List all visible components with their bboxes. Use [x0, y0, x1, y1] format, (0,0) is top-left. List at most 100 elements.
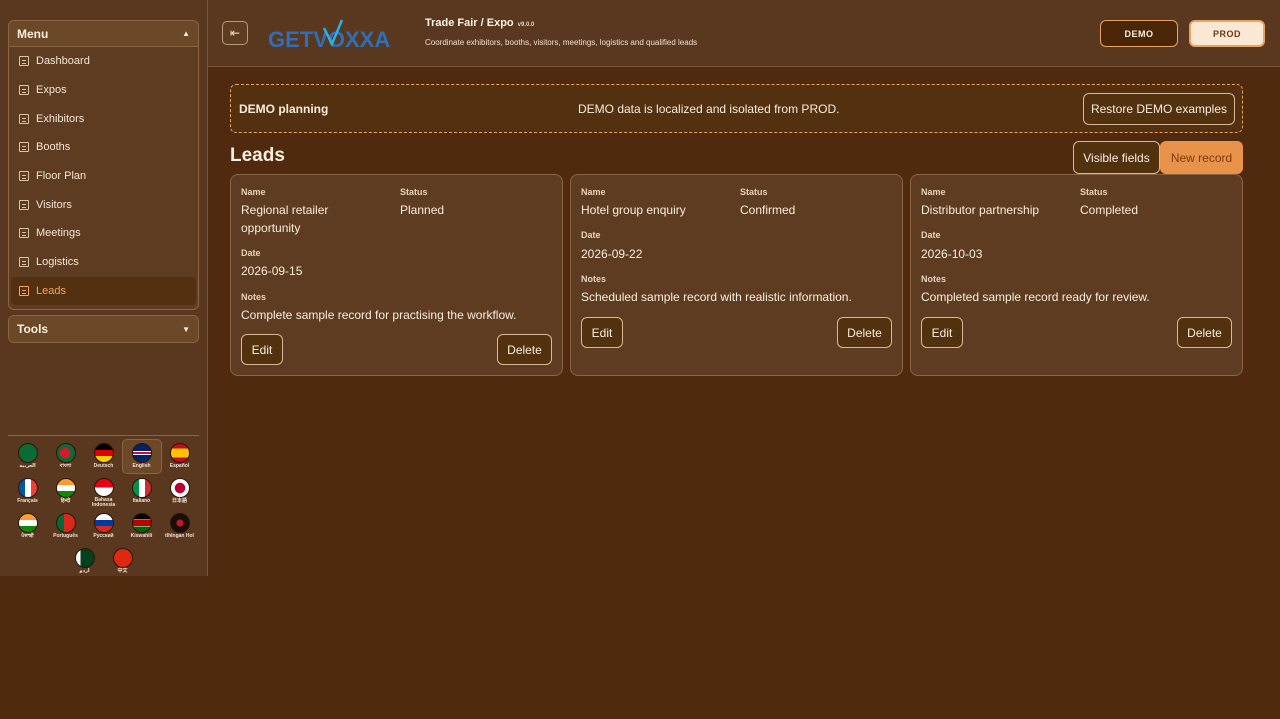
name-label: Name [921, 187, 946, 197]
language-russian[interactable]: Русский [85, 510, 123, 543]
sidebar-item-label: Logistics [36, 256, 79, 269]
env-demo-button[interactable]: DEMO [1100, 20, 1178, 47]
sidebar: Menu ▲ Dashboard Expos Exhibitors Booths… [0, 0, 208, 576]
sidebar-item-booths[interactable]: Booths [9, 133, 198, 162]
delete-button[interactable]: Delete [837, 317, 892, 348]
env-prod-button[interactable]: PROD [1189, 20, 1265, 47]
language-portuguese[interactable]: Português [47, 510, 85, 543]
page-title: Leads [230, 145, 285, 166]
language-chinese[interactable]: 中文 [104, 545, 142, 578]
collapse-sidebar-button[interactable]: ⇤ [222, 21, 248, 45]
chevron-up-icon: ▲ [182, 29, 190, 38]
new-record-button[interactable]: New record [1160, 141, 1243, 174]
sidebar-item-label: Booths [36, 141, 71, 154]
language-urdu[interactable]: اردو [66, 545, 104, 578]
menu-title: Menu [17, 26, 49, 41]
lead-notes: Completed sample record ready for review… [921, 290, 1150, 304]
portugal-flag-icon [55, 513, 76, 533]
sidebar-item-label: Expos [36, 84, 67, 97]
status-label: Status [1080, 187, 1108, 197]
chevron-down-icon: ▼ [182, 324, 190, 334]
lead-status: Completed [1080, 203, 1139, 217]
india-flag-icon [55, 478, 76, 498]
spain-flag-icon [169, 443, 190, 463]
language-klingon[interactable]: tlhIngan Hol [161, 510, 199, 543]
lead-name: Hotel group enquiry [581, 203, 686, 217]
lead-notes: Complete sample record for practising th… [241, 308, 517, 322]
app-title-text: Trade Fair / Expo [425, 17, 514, 29]
lead-status: Planned [400, 203, 445, 217]
language-spanish[interactable]: Español [161, 440, 199, 473]
language-indonesian[interactable]: Bahasa Indonesia [85, 475, 123, 508]
collapse-icon: ⇤ [229, 26, 241, 40]
name-label: Name [241, 187, 266, 197]
date-label: Date [241, 248, 261, 258]
sidebar-item-label: Exhibitors [36, 112, 85, 125]
lead-name: Distributor partnership [921, 203, 1040, 217]
banner-title: DEMO planning [239, 102, 329, 116]
language-bengali[interactable]: বাংলা [47, 440, 85, 473]
lead-name: Regional retailer opportunity [241, 203, 329, 235]
pakistan-flag-icon [74, 548, 95, 568]
menu-panel: Menu ▲ Dashboard Expos Exhibitors Booths… [8, 20, 199, 310]
tools-panel[interactable]: Tools ▼ [8, 315, 199, 343]
saudi-flag-icon [17, 443, 38, 463]
sidebar-item-exhibitors[interactable]: Exhibitors [9, 104, 198, 133]
sidebar-item-dashboard[interactable]: Dashboard [9, 47, 198, 76]
language-french[interactable]: Français [9, 475, 47, 508]
edit-button[interactable]: Edit [241, 334, 283, 365]
uk-flag-icon [131, 443, 152, 463]
sidebar-item-leads[interactable]: Leads [11, 276, 196, 306]
germany-flag-icon [93, 443, 114, 463]
restore-demo-button[interactable]: Restore DEMO examples [1083, 93, 1235, 125]
language-german[interactable]: Deutsch [85, 440, 123, 473]
china-flag-icon [112, 548, 133, 568]
lead-notes: Scheduled sample record with realistic i… [581, 290, 852, 304]
notes-label: Notes [921, 274, 947, 284]
delete-button[interactable]: Delete [497, 334, 552, 365]
italy-flag-icon [131, 478, 152, 498]
tools-header[interactable]: Tools ▼ [9, 316, 198, 342]
kenya-flag-icon [131, 513, 152, 533]
name-label: Name [581, 187, 606, 197]
india-flag-icon [17, 513, 38, 533]
sidebar-item-floor-plan[interactable]: Floor Plan [9, 162, 198, 191]
notes-label: Notes [241, 292, 267, 302]
sidebar-item-visitors[interactable]: Visitors [9, 190, 198, 219]
divider [8, 435, 199, 436]
language-swahili[interactable]: Kiswahili [123, 510, 161, 543]
date-label: Date [921, 230, 941, 240]
language-italian[interactable]: Italiano [123, 475, 161, 508]
visible-fields-button[interactable]: Visible fields [1073, 141, 1160, 174]
lead-date: 2026-09-15 [241, 264, 303, 278]
list-icon [19, 56, 29, 67]
france-flag-icon [17, 478, 38, 498]
language-punjabi[interactable]: ਪੰਜਾਬੀ [9, 510, 47, 543]
sidebar-item-label: Floor Plan [36, 170, 87, 183]
language-japanese[interactable]: 日本語 [161, 475, 199, 508]
lead-date: 2026-09-22 [581, 247, 643, 261]
language-arabic[interactable]: العربية [9, 440, 47, 473]
sidebar-item-logistics[interactable]: Logistics [9, 248, 198, 277]
lead-card: Name Status Distributor partnership Comp… [910, 174, 1243, 376]
demo-banner: DEMO planning DEMO data is localized and… [230, 84, 1243, 133]
sidebar-item-meetings[interactable]: Meetings [9, 219, 198, 248]
lead-date: 2026-10-03 [921, 247, 983, 261]
notes-label: Notes [581, 274, 607, 284]
sidebar-item-expos[interactable]: Expos [9, 76, 198, 105]
indonesia-flag-icon [93, 478, 114, 497]
sidebar-item-label: Dashboard [36, 55, 90, 68]
list-icon [19, 85, 29, 96]
delete-button[interactable]: Delete [1177, 317, 1232, 348]
sidebar-item-label: Visitors [36, 198, 72, 211]
language-hindi[interactable]: हिन्दी [47, 475, 85, 508]
language-english[interactable]: English [121, 439, 162, 474]
date-label: Date [581, 230, 601, 240]
edit-button[interactable]: Edit [921, 317, 963, 348]
status-label: Status [740, 187, 768, 197]
menu-header[interactable]: Menu ▲ [9, 21, 198, 47]
edit-button[interactable]: Edit [581, 317, 623, 348]
list-icon [19, 257, 29, 268]
status-label: Status [400, 187, 428, 197]
sidebar-item-label: Meetings [36, 227, 81, 240]
